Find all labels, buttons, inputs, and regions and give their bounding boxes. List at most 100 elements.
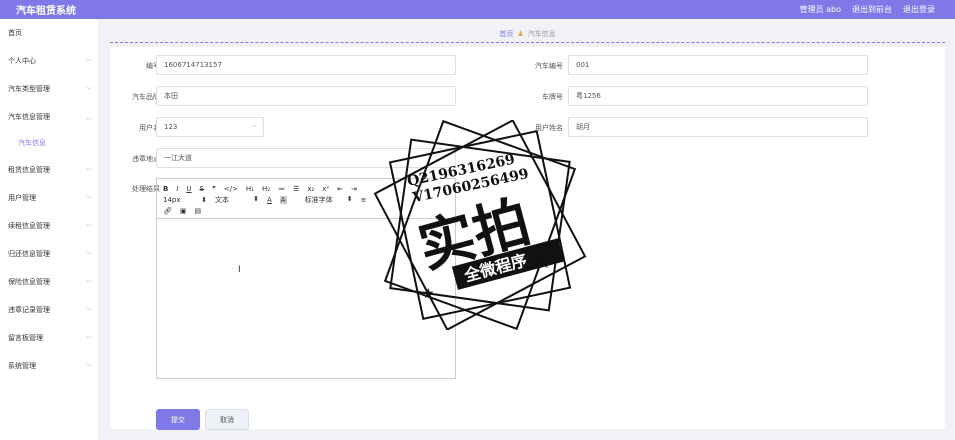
location-field[interactable]: 一江大道 [156,148,456,168]
toolbar-row-format: B I U S ❞ </> H₁ H₂ ≔ ☰ x₂ x² ⇤ ⇥ [163,183,449,194]
heading1-icon[interactable]: H₁ [246,185,254,193]
rich-text-editor[interactable]: B I U S ❞ </> H₁ H₂ ≔ ☰ x₂ x² ⇤ ⇥ 14px ⬍ [156,178,456,379]
chevron-down-icon: ﹀ [85,363,92,371]
editor-toolbar: B I U S ❞ </> H₁ H₂ ≔ ☰ x₂ x² ⇤ ⇥ 14px ⬍ [157,179,455,219]
sidebar-item-label: 租赁信息管理 [8,166,50,174]
back-to-front-link[interactable]: 退出到前台 [852,4,892,15]
chevron-down-icon: ﹀ [85,86,92,94]
toolbar-row-selects: 14px ⬍ 文本 ⬍ A A 标准字体 ⬍ ≡ [163,194,449,205]
sidebar-item-label: 汽车信息管理 [8,113,50,121]
breadcrumb-separator-icon: ♟ [517,29,524,38]
video-icon[interactable]: ▤ [195,207,202,215]
sidebar-item-label: 汽车信息 [18,139,46,147]
location-label: 违章地点 [132,155,160,163]
chevron-down-icon: ﹀ [85,167,92,175]
indent-icon[interactable]: ⇥ [351,185,357,193]
superscript-icon[interactable]: x² [322,185,329,193]
sidebar-item-label: 续租信息管理 [8,222,50,230]
quote-icon[interactable]: ❞ [212,185,216,193]
sidebar-item-system[interactable]: 系统管理 ﹀ [8,359,92,373]
sidebar-item-car-info[interactable]: 汽车信息 [18,136,92,150]
sidebar-item-profile[interactable]: 个人中心 ﹀ [8,54,92,68]
sidebar-item-violation[interactable]: 违章记录管理 ﹀ [8,303,92,317]
chevron-down-icon: ﹀ [85,251,92,259]
underline-icon[interactable]: U [186,185,191,193]
subscript-icon[interactable]: x₂ [307,185,314,193]
sidebar-item-messages[interactable]: 留言板管理 ﹀ [8,331,92,345]
logout-link[interactable]: 退出登录 [903,4,935,15]
plate-value: 粤1256 [576,92,601,100]
breadcrumb-home[interactable]: 首页 [499,29,513,39]
submit-button[interactable]: 提交 [156,409,200,430]
plate-label: 车牌号 [542,93,563,101]
toolbar-row-insert: 🔗︎ ▣ ▤ [163,205,449,216]
font-color-icon[interactable]: A [267,196,272,204]
bullet-list-icon[interactable]: ☰ [293,185,299,193]
id-label: 编号 [146,62,160,70]
font-family-select[interactable]: 标准字体 ⬍ [305,195,353,205]
code-icon[interactable]: </> [224,185,238,193]
outdent-icon[interactable]: ⇤ [337,185,343,193]
select-arrows-icon: ⬍ [201,195,207,204]
ordered-list-icon[interactable]: ≔ [278,185,285,193]
username-select[interactable]: 123 ﹀ [156,117,264,137]
chevron-down-icon: ﹀ [85,58,92,66]
select-arrows-icon: ⬍ [346,194,353,203]
cancel-button[interactable]: 取消 [205,409,249,430]
sidebar-item-label: 违章记录管理 [8,306,50,314]
link-icon[interactable]: 🔗︎ [163,207,172,215]
chevron-down-icon: ﹀ [250,124,257,132]
top-right-menu: 管理员 abo 退出到前台 退出登录 [800,0,935,19]
text-cursor-icon: I [238,265,241,275]
font-family-value: 标准字体 [304,195,333,204]
align-icon[interactable]: ≡ [361,196,367,204]
realname-field[interactable]: 胡月 [568,117,868,137]
car-no-value: 001 [576,61,590,69]
id-field[interactable]: 1606714713157 [156,55,456,75]
font-size-select[interactable]: 14px ⬍ [163,196,207,204]
sidebar-item-label: 首页 [8,29,22,37]
chevron-down-icon: ﹀ [85,195,92,203]
sidebar-item-car-type[interactable]: 汽车类型管理 ﹀ [8,82,92,96]
admin-user-label: 管理员 abo [799,5,841,14]
italic-icon[interactable]: I [176,185,178,193]
sidebar-item-label: 保险信息管理 [8,278,50,286]
sidebar-item-label: 归还信息管理 [8,250,50,258]
bold-icon[interactable]: B [163,185,168,193]
plate-field[interactable]: 粤1256 [568,86,868,106]
id-value: 1606714713157 [164,61,222,69]
sidebar-item-car-info-mgmt[interactable]: 汽车信息管理 ︿ [8,110,92,124]
font-size-value: 14px [163,195,181,204]
result-label: 处理结果 [132,185,160,193]
brand-field[interactable]: 本田 [156,86,456,106]
app-title: 汽车租赁系统 [16,6,76,17]
realname-label: 用户姓名 [535,124,563,132]
car-no-field[interactable]: 001 [568,55,868,75]
chevron-down-icon: ﹀ [85,223,92,231]
block-type-select[interactable]: 文本 ⬍ [215,195,259,205]
main-content: 首页 ♟ 汽车信息 编号 1606714713157 汽车编号 001 汽车品牌… [98,19,955,440]
select-arrows-icon: ⬍ [253,194,259,203]
breadcrumb: 首页 ♟ 汽车信息 [110,25,945,43]
sidebar-item-label: 个人中心 [8,57,36,65]
sidebar-item-label: 留言板管理 [8,334,43,342]
username-label: 用户名 [139,124,160,132]
sidebar-item-users[interactable]: 用户管理 ﹀ [8,191,92,205]
location-value: 一江大道 [164,154,192,162]
sidebar-item-return[interactable]: 归还信息管理 ﹀ [8,247,92,261]
sidebar: 首页 个人中心 ﹀ 汽车类型管理 ﹀ 汽车信息管理 ︿ 汽车信息 租赁信息管理 ﹀ 用户… [0,19,98,440]
heading2-icon[interactable]: H₂ [262,185,270,193]
image-icon[interactable]: ▣ [180,207,187,215]
chevron-down-icon: ﹀ [85,279,92,287]
strike-icon[interactable]: S [200,185,204,193]
brand-label: 汽车品牌 [132,93,160,101]
realname-value: 胡月 [576,123,590,131]
background-color-icon[interactable]: A [279,195,287,204]
sidebar-item-home[interactable]: 首页 [8,26,92,40]
sidebar-item-renewal[interactable]: 续租信息管理 ﹀ [8,219,92,233]
sidebar-item-insurance[interactable]: 保险信息管理 ﹀ [8,275,92,289]
sidebar-item-rental[interactable]: 租赁信息管理 ﹀ [8,163,92,177]
breadcrumb-current: 汽车信息 [527,29,556,38]
chevron-down-icon: ﹀ [85,335,92,343]
car-no-label: 汽车编号 [535,62,563,70]
